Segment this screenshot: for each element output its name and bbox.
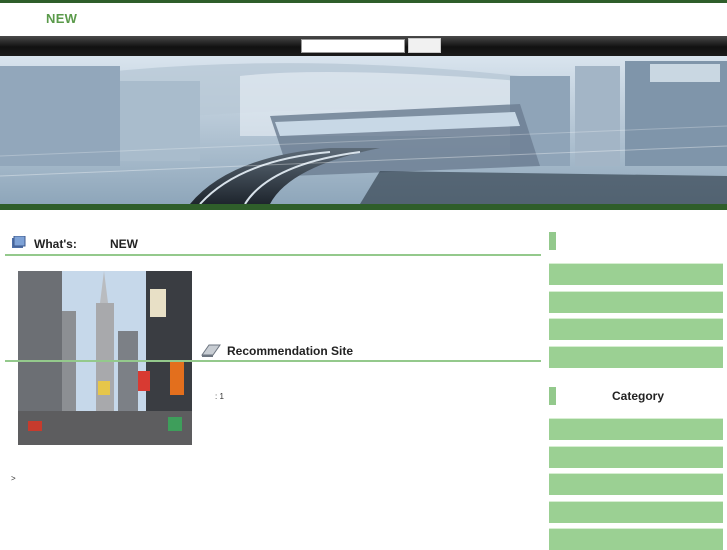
- sidebar-item-2[interactable]: [549, 291, 723, 313]
- book-icon: [11, 235, 26, 249]
- sidebar-item-3[interactable]: [549, 318, 723, 340]
- search-input[interactable]: [301, 39, 405, 53]
- category-item-1[interactable]: [549, 418, 723, 440]
- category-item-2[interactable]: [549, 446, 723, 468]
- category-title: Category: [612, 389, 665, 403]
- site-logo[interactable]: NEW: [46, 11, 77, 26]
- header-banner-image: [0, 56, 727, 204]
- sidebar-item-4[interactable]: [549, 346, 723, 368]
- category-item-4[interactable]: [549, 501, 723, 523]
- recommendation-title: Recommendation Site: [227, 344, 354, 358]
- sidebar-item-1[interactable]: [549, 263, 723, 285]
- sidebar-menu-marker: [549, 232, 556, 250]
- category-marker: [549, 387, 556, 405]
- top-accent-line: [0, 0, 727, 3]
- search-button[interactable]: [408, 38, 441, 53]
- city-photo: [18, 271, 192, 445]
- category-item-5[interactable]: [549, 528, 723, 550]
- open-book-icon: [201, 342, 221, 358]
- banner-monorail-illustration: [0, 56, 727, 204]
- banner-bottom-bar: [0, 204, 727, 210]
- more-arrow-link[interactable]: >: [11, 474, 16, 483]
- whats-new-divider: [5, 254, 541, 256]
- recommendation-divider: [5, 360, 541, 362]
- whats-new-label-new: NEW: [110, 237, 138, 251]
- category-item-3[interactable]: [549, 473, 723, 495]
- whats-new-label: What's:: [34, 237, 77, 251]
- recommendation-count: : 1: [215, 392, 224, 401]
- search-bar: [0, 36, 727, 56]
